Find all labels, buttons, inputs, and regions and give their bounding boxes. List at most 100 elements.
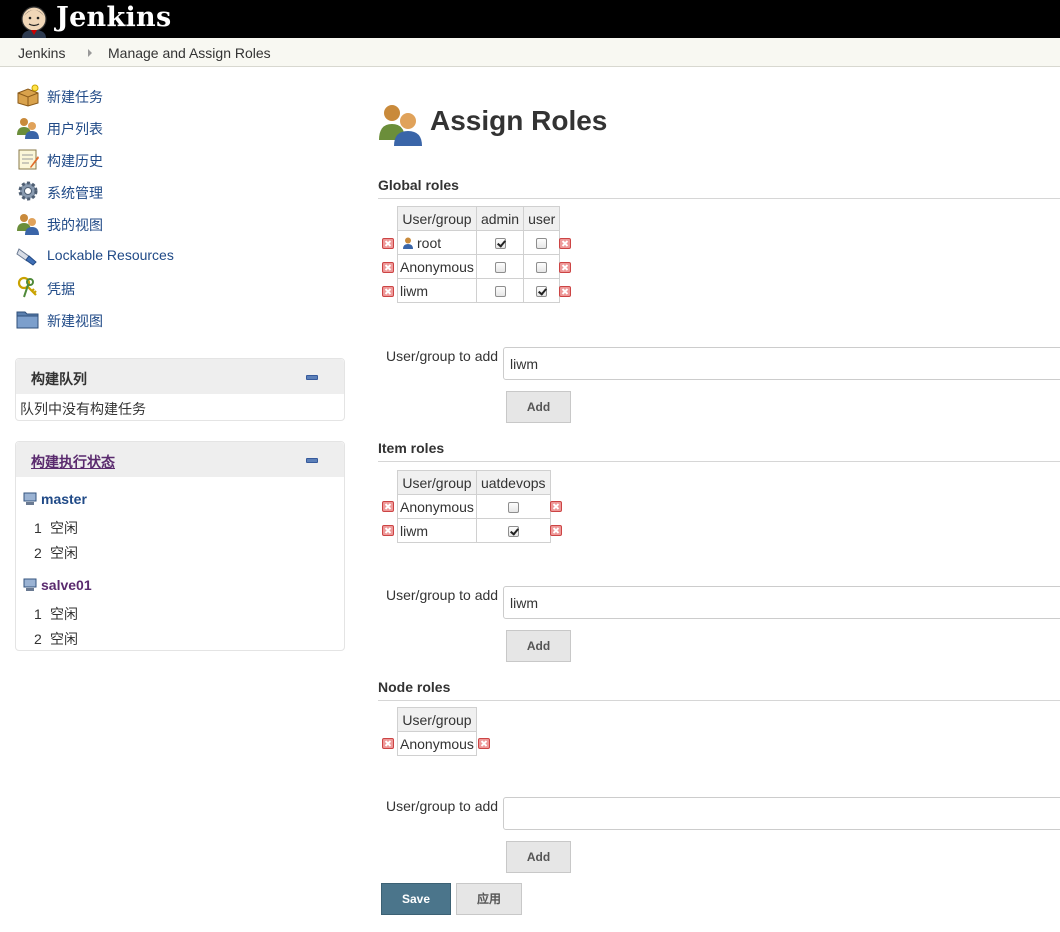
remove-row-icon[interactable]: [559, 286, 571, 297]
table-header-row: User/group admin user: [397, 206, 561, 231]
build-queue-pane: 构建队列 队列中没有构建任务: [15, 358, 345, 421]
section-divider: [378, 461, 1060, 462]
item-roles-table: User/group uatdevops Anonymous liwm: [397, 470, 551, 543]
section-divider: [378, 198, 1060, 199]
task-label: 新建视图: [47, 313, 103, 329]
checkbox-anonymous-admin[interactable]: [494, 262, 506, 274]
task-people[interactable]: 用户列表: [16, 115, 316, 141]
users-icon: [17, 214, 39, 235]
task-my-views[interactable]: 我的视图: [16, 211, 316, 237]
checkbox-root-user[interactable]: [536, 238, 548, 250]
row-name: liwm: [397, 278, 477, 303]
table-row: liwm: [397, 278, 561, 303]
breadcrumb: Jenkins Manage and Assign Roles: [0, 38, 1060, 67]
task-label: Lockable Resources: [47, 247, 174, 263]
task-label: 系统管理: [47, 185, 103, 201]
remove-row-icon[interactable]: [382, 501, 394, 512]
executor-row: 2 空闲: [34, 545, 78, 561]
executor-node-salve01[interactable]: salve01: [41, 577, 92, 593]
build-executor-pane: 构建执行状态 master 1 空闲 2 空闲 salve01 1 空闲 2 空闲: [15, 441, 345, 651]
collapse-icon[interactable]: [306, 375, 318, 380]
task-credentials[interactable]: 凭据: [16, 275, 316, 301]
notepad-icon: [18, 149, 39, 170]
executor-row: 2 空闲: [34, 631, 78, 647]
node-roles-table: User/group Anonymous: [397, 707, 477, 756]
save-button[interactable]: Save: [381, 883, 451, 915]
apply-button[interactable]: 应用: [456, 883, 522, 915]
item-roles-heading: Item roles: [378, 440, 445, 456]
column-header-user-group: User/group: [397, 470, 477, 495]
task-build-history[interactable]: 构建历史: [16, 147, 316, 173]
gear-icon: [18, 181, 38, 201]
row-name: root: [417, 234, 442, 251]
build-queue-title: 构建队列: [31, 371, 87, 387]
new-package-icon: [17, 84, 39, 107]
column-header-user-group: User/group: [397, 206, 477, 231]
checkbox-liwm-admin[interactable]: [494, 286, 506, 298]
node-add-button[interactable]: Add: [506, 841, 571, 873]
queue-empty-text: 队列中没有构建任务: [20, 401, 146, 417]
row-name: Anonymous: [397, 731, 477, 756]
remove-row-icon[interactable]: [382, 238, 394, 249]
task-new-item[interactable]: 新建任务: [16, 83, 316, 109]
node-user-group-input[interactable]: [503, 797, 1060, 830]
checkbox-anonymous-uatdevops[interactable]: [507, 502, 519, 514]
table-header-row: User/group uatdevops: [397, 470, 551, 495]
remove-row-icon[interactable]: [559, 238, 571, 249]
table-header-row: User/group: [397, 707, 477, 732]
remove-row-icon[interactable]: [382, 262, 394, 273]
executor-row: 1 空闲: [34, 520, 78, 536]
global-add-button[interactable]: Add: [506, 391, 571, 423]
jenkins-logo-icon[interactable]: [16, 2, 52, 38]
node-roles-heading: Node roles: [378, 679, 451, 695]
table-row: Anonymous: [397, 254, 561, 279]
folder-icon: [16, 311, 39, 329]
user-group-to-add-label: User/group to add: [386, 348, 499, 364]
remove-row-icon[interactable]: [478, 738, 490, 749]
remove-row-icon[interactable]: [382, 738, 394, 749]
global-user-group-input[interactable]: [503, 347, 1060, 380]
executor-status-link[interactable]: 构建执行状态: [31, 452, 115, 472]
executor-node-master[interactable]: master: [41, 491, 87, 507]
collapse-icon[interactable]: [306, 458, 318, 463]
column-header-user-group: User/group: [397, 707, 477, 732]
task-lockable-resources[interactable]: Lockable Resources: [16, 243, 316, 269]
item-add-button[interactable]: Add: [506, 630, 571, 662]
brand-title[interactable]: Jenkins: [56, 2, 171, 33]
remove-row-icon[interactable]: [559, 262, 571, 273]
item-user-group-input[interactable]: [503, 586, 1060, 619]
checkbox-liwm-user[interactable]: [536, 286, 548, 298]
user-group-to-add-label: User/group to add: [386, 587, 499, 603]
pane-header: 构建队列: [16, 359, 344, 394]
remove-row-icon[interactable]: [382, 525, 394, 536]
chevron-right-icon: [88, 49, 92, 57]
row-name-cell: root: [397, 230, 477, 255]
task-label: 新建任务: [47, 89, 103, 105]
pane-header: 构建执行状态: [16, 442, 344, 477]
remove-row-icon[interactable]: [550, 501, 562, 512]
task-label: 我的视图: [47, 217, 103, 233]
task-label: 用户列表: [47, 121, 103, 137]
breadcrumb-jenkins[interactable]: Jenkins: [18, 45, 65, 61]
remove-row-icon[interactable]: [382, 286, 394, 297]
breadcrumb-manage-assign-roles[interactable]: Manage and Assign Roles: [108, 45, 271, 61]
users-icon: [17, 118, 39, 139]
checkbox-anonymous-user[interactable]: [536, 262, 548, 274]
row-name: Anonymous: [397, 254, 477, 279]
table-row: Anonymous: [397, 731, 477, 756]
task-new-view[interactable]: 新建视图: [16, 307, 316, 333]
column-header-user: user: [523, 206, 561, 231]
section-divider: [378, 700, 1060, 701]
task-label: 凭据: [47, 281, 75, 297]
page-title: Assign Roles: [430, 105, 608, 136]
row-name: liwm: [397, 518, 477, 543]
global-roles-table: User/group admin user root Anonymous liw…: [397, 206, 561, 303]
remove-row-icon[interactable]: [550, 525, 562, 536]
checkbox-liwm-uatdevops[interactable]: [507, 526, 519, 538]
computer-icon: [23, 578, 37, 591]
assign-roles-users-icon: [379, 105, 422, 146]
task-manage-jenkins[interactable]: 系统管理: [16, 179, 316, 205]
checkbox-root-admin[interactable]: [494, 238, 506, 250]
table-row: liwm: [397, 518, 551, 543]
top-header: Jenkins: [0, 0, 1060, 38]
